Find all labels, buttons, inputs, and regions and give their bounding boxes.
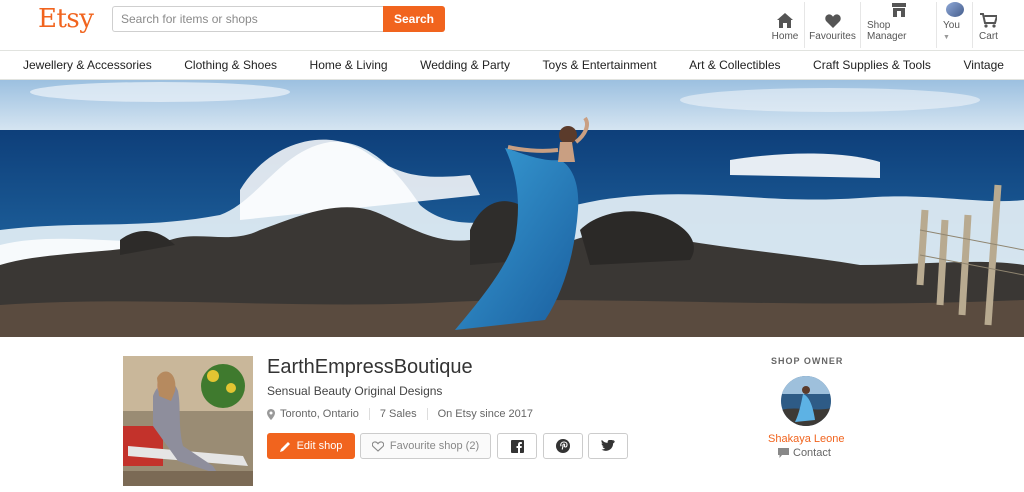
category-home-living[interactable]: Home & Living [310,58,388,72]
shop-tagline: Sensual Beauty Original Designs [267,384,443,398]
category-wedding[interactable]: Wedding & Party [420,58,510,72]
nav-you[interactable]: You ▼ [936,2,972,48]
heart-outline-icon [371,440,384,452]
contact-owner-link[interactable]: Contact [778,447,831,459]
category-jewellery[interactable]: Jewellery & Accessories [23,58,152,72]
search-bar: Search [112,6,445,32]
divider [426,408,428,420]
avatar [945,2,964,17]
pinterest-share-button[interactable] [543,433,583,459]
message-icon [778,448,789,458]
owner-name-link[interactable]: Shakaya Leone [768,433,844,445]
nav-shop-manager-label: Shop Manager [867,20,907,42]
heart-icon [824,14,841,28]
search-button[interactable]: Search [383,6,445,32]
divider [368,408,370,420]
nav-home[interactable]: Home [766,2,804,48]
category-clothing[interactable]: Clothing & Shoes [184,58,277,72]
facebook-share-button[interactable] [497,433,537,459]
site-header: Etsy Search Home Favourites Shop Manager… [0,0,1024,51]
search-input[interactable] [112,6,383,32]
favourite-shop-label: Favourite shop (2) [389,440,480,452]
edit-shop-label: Edit shop [296,440,343,452]
category-craft[interactable]: Craft Supplies & Tools [813,58,931,72]
shop-location: Toronto, Ontario [280,408,359,420]
etsy-logo[interactable]: Etsy [38,4,94,34]
edit-shop-button[interactable]: Edit shop [267,433,355,459]
shop-since: On Etsy since 2017 [437,408,533,420]
contact-label: Contact [793,447,831,459]
pencil-icon [279,441,290,452]
shop-name: EarthEmpressBoutique [267,356,473,378]
category-nav: Jewellery & Accessories Clothing & Shoes… [0,51,1024,80]
nav-cart[interactable]: Cart [972,2,1004,48]
category-art[interactable]: Art & Collectibles [689,58,780,72]
home-icon [777,13,793,28]
shop-sales[interactable]: 7 Sales [380,408,417,420]
shop-meta: Toronto, Ontario 7 Sales On Etsy since 2… [267,408,533,420]
nav-you-label: You ▼ [943,20,960,41]
category-vintage[interactable]: Vintage [963,58,1003,72]
caret-down-icon: ▼ [943,34,950,41]
favourite-shop-button[interactable]: Favourite shop (2) [360,433,491,459]
cart-icon [980,13,997,28]
pinterest-icon [556,439,570,453]
shop-icon-image[interactable] [123,356,253,486]
location-pin-icon [267,408,275,420]
shop-owner-heading: SHOP OWNER [771,356,844,366]
facebook-icon [510,439,524,453]
header-nav: Home Favourites Shop Manager You ▼ Cart [766,0,1024,50]
owner-avatar[interactable] [781,376,831,426]
nav-home-label: Home [771,31,799,42]
shop-banner-image [0,80,1024,337]
category-toys[interactable]: Toys & Entertainment [543,58,657,72]
shop-icon [891,3,906,17]
nav-cart-label: Cart [979,31,998,42]
twitter-share-button[interactable] [588,433,628,459]
nav-favourites-label: Favourites [809,31,856,42]
nav-shop-manager[interactable]: Shop Manager [860,2,936,48]
nav-favourites[interactable]: Favourites [804,2,860,48]
twitter-icon [601,440,615,451]
